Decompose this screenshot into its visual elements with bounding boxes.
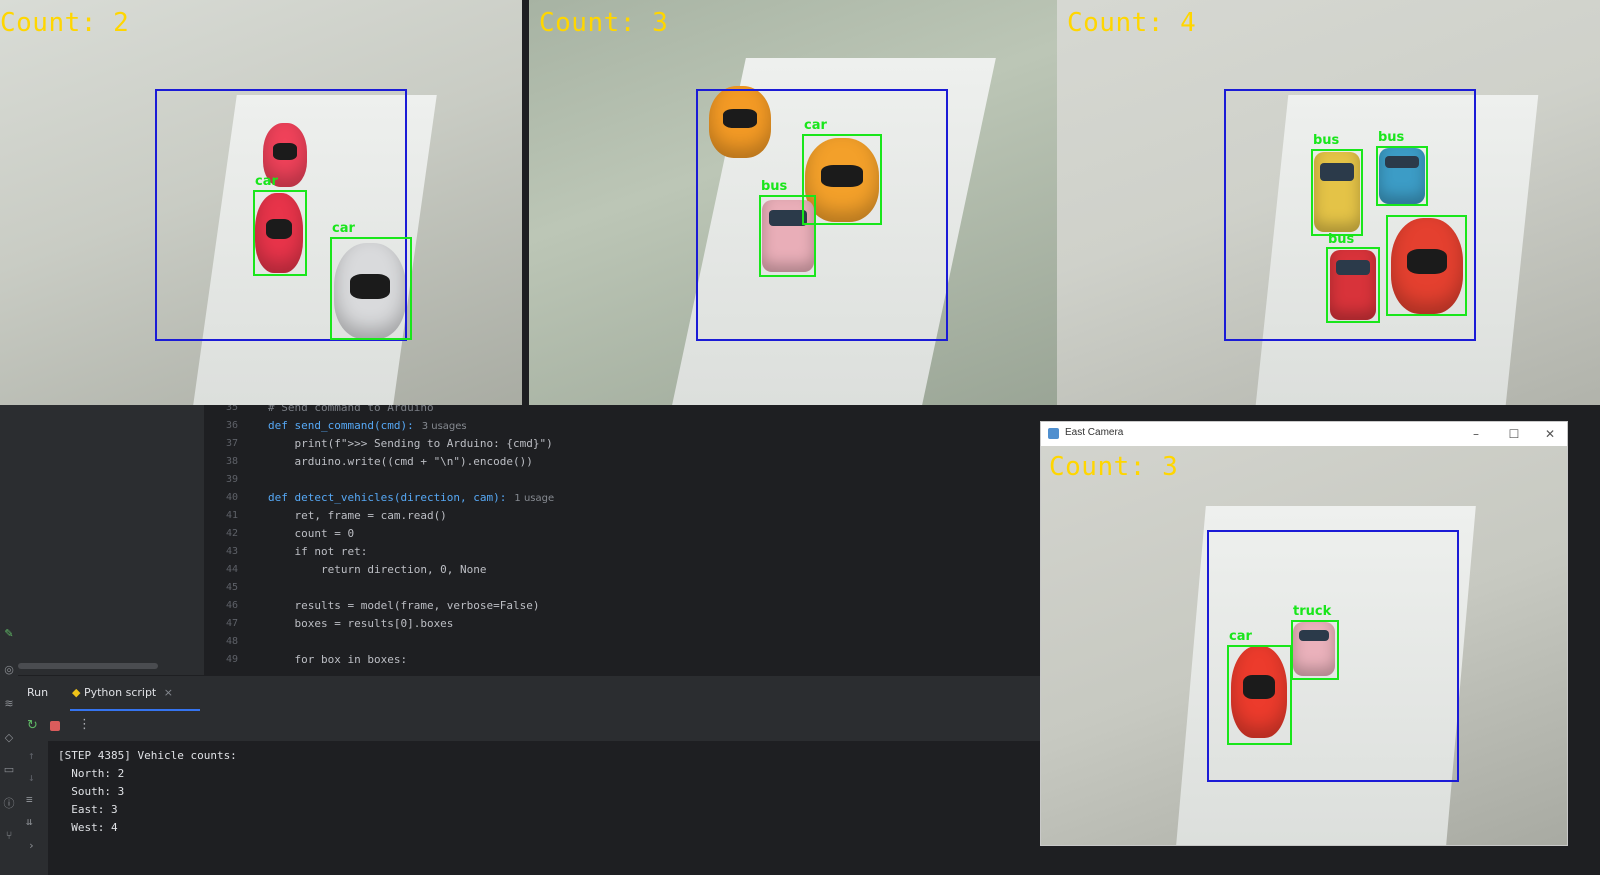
detection-label: car — [804, 118, 827, 133]
usage-hint[interactable]: 1 usage — [514, 493, 554, 504]
more-options-icon[interactable]: ⋮ — [78, 717, 91, 732]
detection-box: car — [1227, 629, 1292, 745]
detection-label: car — [332, 221, 355, 236]
south-camera-feed: car bus Count: 3 — [529, 0, 1057, 405]
run-toolbar: ↻ ⋮ — [18, 711, 1040, 741]
console-gutter: ↑ ↓ ≡ ⇊ › — [18, 741, 48, 875]
scroll-to-end-icon[interactable]: ⇊ — [26, 815, 33, 828]
rerun-icon[interactable]: ↻ — [27, 718, 38, 733]
east-camera-feed: car truck Count: 3 — [1041, 446, 1567, 845]
vehicle-count-label: Count: 3 — [1049, 452, 1179, 482]
line-number: 46 — [225, 600, 238, 611]
line-number: 40 — [225, 492, 238, 503]
code-text: for box in boxes: — [268, 653, 408, 666]
vehicle-count-label: Count: 3 — [539, 8, 669, 38]
line-number: 47 — [225, 618, 238, 629]
stop-icon[interactable] — [50, 721, 60, 731]
line-number: 39 — [225, 474, 238, 485]
detection-box: bus — [1376, 130, 1428, 206]
console-output-line: [STEP 4385] Vehicle counts: — [58, 749, 237, 762]
detection-box: bus — [759, 179, 816, 277]
line-number: 48 — [225, 636, 238, 647]
detection-label: bus — [1328, 232, 1355, 247]
services-icon[interactable]: ◎ — [2, 663, 16, 677]
layers-icon[interactable]: ≋ — [2, 697, 16, 711]
run-console[interactable]: ↑ ↓ ≡ ⇊ › [STEP 4385] Vehicle counts: No… — [18, 741, 1040, 875]
app-icon — [1048, 428, 1059, 439]
maximize-button[interactable]: ☐ — [1499, 424, 1529, 444]
git-icon[interactable]: ⑂ — [2, 829, 16, 843]
problems-icon[interactable]: ⓘ — [2, 797, 16, 811]
console-output-line: South: 3 — [58, 785, 125, 798]
code-text: def detect_vehicles(direction, cam): 1 us… — [268, 489, 554, 508]
line-number: 36 — [225, 420, 238, 431]
code-segment: def detect_vehicles(direction, cam): — [268, 491, 507, 504]
code-text: count = 0 — [268, 527, 355, 540]
python-script-tab[interactable]: ◆ Python script × — [72, 686, 173, 699]
vehicle-count-label: Count: 4 — [1067, 8, 1197, 38]
commit-icon[interactable]: ✎ — [2, 627, 16, 641]
scroll-down-icon[interactable]: ↓ — [28, 771, 35, 784]
north-camera-feed: car car Count: 2 — [0, 0, 522, 405]
window-title: East Camera — [1065, 427, 1124, 438]
code-text: boxes = results[0].boxes — [268, 617, 454, 630]
console-output-line: East: 3 — [58, 803, 118, 816]
code-text: results = model(frame, verbose=False) — [268, 599, 540, 612]
python-icon: ◆ — [72, 686, 81, 699]
detection-box: bus — [1326, 232, 1380, 323]
tab-label: Python script — [83, 686, 157, 699]
console-output-line: North: 2 — [58, 767, 125, 780]
code-text: if not ret: — [268, 545, 368, 558]
line-number: 49 — [225, 654, 238, 665]
terminal-icon[interactable]: ▭ — [2, 763, 16, 777]
line-number: 42 — [225, 528, 238, 539]
line-number: 43 — [225, 546, 238, 557]
code-text: def send_command(cmd): 3 usages — [268, 417, 467, 436]
code-text: print(f">>> Sending to Arduino: {cmd}") — [268, 437, 553, 450]
code-segment: def send_command(cmd): — [268, 419, 414, 432]
tool-window-strip: ✎ ◎ ≋ ◇ ▭ ⓘ ⑂ — [0, 405, 18, 875]
run-label[interactable]: Run — [27, 686, 48, 699]
detection-label: truck — [1293, 604, 1332, 619]
detection-label: car — [255, 174, 278, 189]
detection-label: car — [1229, 629, 1252, 644]
code-text: ret, frame = cam.read() — [268, 509, 447, 522]
scroll-up-icon[interactable]: ↑ — [28, 749, 35, 762]
code-text: arduino.write((cmd + "\n").encode()) — [268, 455, 533, 468]
run-tool-window-header: Run ◆ Python script × — [18, 675, 1040, 712]
usage-hint[interactable]: 3 usages — [422, 421, 467, 432]
line-number: 38 — [225, 456, 238, 467]
detection-box — [1386, 215, 1467, 316]
detection-label: bus — [1313, 133, 1340, 148]
line-number: 45 — [225, 582, 238, 593]
detection-box: car — [253, 174, 307, 276]
vehicle-count-label: Count: 2 — [0, 8, 130, 38]
detection-box: car — [330, 221, 412, 340]
soft-wrap-icon[interactable]: ≡ — [26, 793, 33, 806]
close-button[interactable]: ✕ — [1535, 424, 1565, 444]
code-editor[interactable]: 35 # Send command to Arduino 36 def send_c… — [204, 405, 1040, 675]
debug-icon[interactable]: ◇ — [2, 731, 16, 745]
detection-label: bus — [1378, 130, 1405, 145]
line-number: 41 — [225, 510, 238, 521]
console-output-line: West: 4 — [58, 821, 118, 834]
detection-box: truck — [1291, 604, 1339, 680]
horizontal-scrollbar[interactable] — [18, 663, 158, 669]
expand-icon[interactable]: › — [28, 839, 35, 852]
east-camera-window[interactable]: East Camera – ☐ ✕ car truck Count: 3 — [1040, 421, 1568, 846]
minimize-button[interactable]: – — [1461, 424, 1491, 444]
close-tab-icon[interactable]: × — [164, 686, 173, 699]
west-camera-feed: bus bus bus Count: 4 — [1057, 0, 1600, 405]
background-strip — [1568, 405, 1600, 875]
line-number: 37 — [225, 438, 238, 449]
code-text: # Send command to Arduino — [268, 405, 434, 414]
code-text: return direction, 0, None — [268, 563, 487, 576]
detection-label: bus — [761, 179, 788, 194]
detection-box: bus — [1311, 133, 1363, 236]
project-panel — [18, 405, 204, 675]
window-title-bar[interactable]: East Camera – ☐ ✕ — [1041, 422, 1567, 446]
line-number: 35 — [225, 405, 238, 413]
ide-window: ✎ ◎ ≋ ◇ ▭ ⓘ ⑂ 35 # Send command to Arduin… — [0, 405, 1040, 875]
line-number: 44 — [225, 564, 238, 575]
